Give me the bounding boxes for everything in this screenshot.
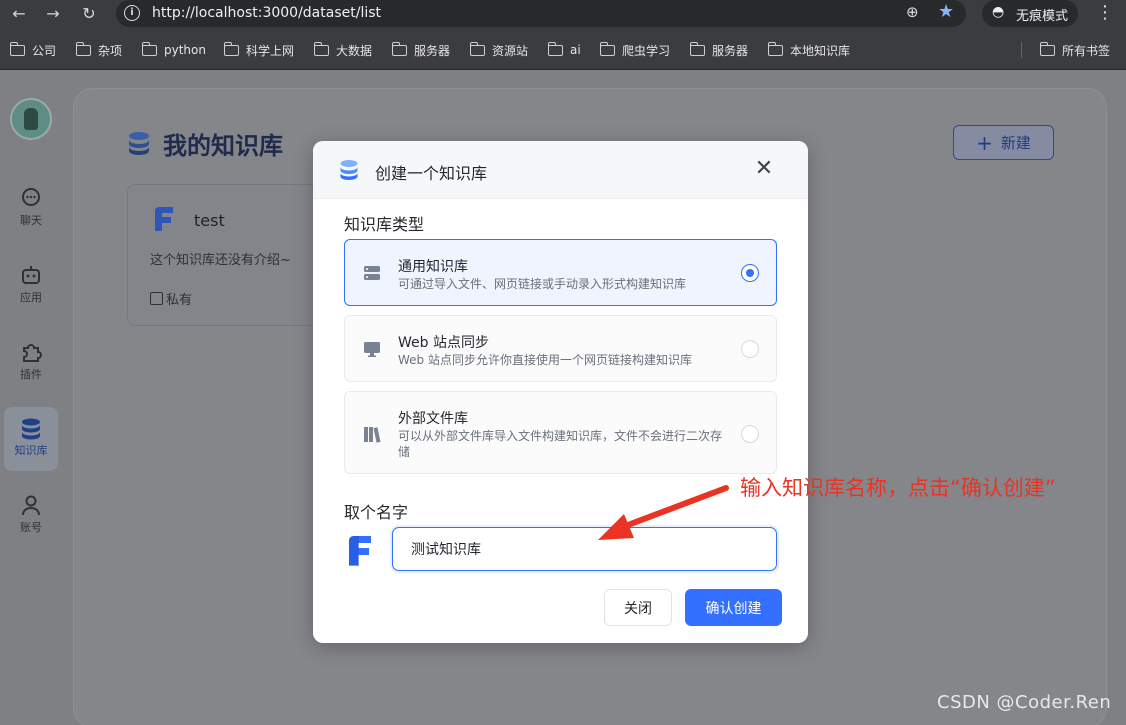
close-button[interactable]: 关闭 <box>604 589 672 626</box>
create-dataset-modal: 创建一个知识库 ✕ 知识库类型 通用知识库 可通过导入文件、网页链接或手动录入形… <box>313 141 808 643</box>
bookmark-folder[interactable]: 爬虫学习 <box>599 41 670 59</box>
close-icon[interactable]: ✕ <box>753 158 775 180</box>
monitor-icon <box>363 340 381 358</box>
user-icon <box>20 494 42 516</box>
bookmark-folder[interactable]: 杂项 <box>75 41 122 59</box>
option-description: 可以从外部文件库导入文件构建知识库，文件不会进行二次存储 <box>398 429 723 459</box>
folder-icon <box>469 41 485 56</box>
all-bookmarks[interactable]: 所有书签 <box>1039 41 1110 59</box>
avatar[interactable] <box>10 98 52 140</box>
folder-icon <box>599 41 615 56</box>
dataset-logo-icon <box>152 205 178 235</box>
database-icon <box>127 131 151 157</box>
bookmark-star-icon[interactable]: ★ <box>938 1 954 22</box>
new-button-label: 新建 <box>1000 134 1031 152</box>
sidebar-item-datasets[interactable]: 知识库 <box>4 407 58 471</box>
dataset-visibility: 私有 <box>150 289 192 308</box>
sidebar-item-apps[interactable]: 应用 <box>4 254 58 318</box>
type-label: 知识库类型 <box>344 215 425 234</box>
option-radio[interactable] <box>741 264 759 282</box>
sidebar-item-label: 应用 <box>20 291 42 304</box>
server-icon <box>363 264 381 282</box>
modal-header: 创建一个知识库 ✕ <box>313 141 808 199</box>
option-description: 可通过导入文件、网页链接或手动录入形式构建知识库 <box>398 277 687 291</box>
folder-icon <box>223 41 239 56</box>
dataset-card[interactable]: test 这个知识库还没有介绍~ 私有 <box>127 184 327 326</box>
folder-icon <box>547 41 563 56</box>
annotation-arrow <box>598 485 729 540</box>
page-title-text: 我的知识库 <box>163 132 283 160</box>
folder-icon <box>689 41 705 56</box>
confirm-create-button[interactable]: 确认创建 <box>685 589 782 626</box>
bookmark-folder[interactable]: 服务器 <box>391 41 450 59</box>
dataset-avatar-icon[interactable] <box>346 533 376 567</box>
folder-icon <box>1039 41 1055 56</box>
option-general-dataset[interactable]: 通用知识库 可通过导入文件、网页链接或手动录入形式构建知识库 <box>344 239 777 306</box>
folder-icon <box>391 41 407 56</box>
sidebar-item-label: 聊天 <box>20 214 42 227</box>
option-radio[interactable] <box>741 425 759 443</box>
option-radio[interactable] <box>741 340 759 358</box>
bookmark-folder[interactable]: 科学上网 <box>223 41 294 59</box>
bookmark-folder[interactable]: python <box>141 41 206 59</box>
dataset-name: test <box>194 211 225 230</box>
url-text: http://localhost:3000/dataset/list <box>152 5 382 21</box>
robot-icon <box>20 264 42 286</box>
browser-menu-icon[interactable]: ⋮ <box>1096 2 1114 23</box>
option-web-sync[interactable]: Web 站点同步 Web 站点同步允许你直接使用一个网页链接构建知识库 <box>344 315 777 382</box>
bookmark-folder[interactable]: 公司 <box>9 41 56 59</box>
bookmark-folder[interactable]: ai <box>547 41 581 59</box>
name-label: 取个名字 <box>344 503 409 522</box>
bookmark-folder[interactable]: 服务器 <box>689 41 748 59</box>
database-icon <box>20 417 42 440</box>
incognito-badge[interactable]: ◓ 无痕模式 <box>982 0 1078 27</box>
books-icon <box>363 425 381 443</box>
plus-icon: + <box>976 130 993 155</box>
sidebar-item-account[interactable]: 账号 <box>4 484 58 548</box>
watermark: CSDN @Coder.Ren <box>937 692 1112 713</box>
option-title: 通用知识库 <box>398 259 468 275</box>
reload-icon[interactable]: ↻ <box>78 3 100 25</box>
incognito-icon: ◓ <box>992 4 1005 20</box>
zoom-icon[interactable]: ⊕ <box>906 3 919 21</box>
forward-arrow-icon[interactable]: → <box>42 3 64 25</box>
option-title: Web 站点同步 <box>398 335 489 351</box>
bookmark-folder[interactable]: 资源站 <box>469 41 528 59</box>
modal-title: 创建一个知识库 <box>375 164 488 183</box>
folder-icon <box>9 41 25 56</box>
bookmarks-bar: 公司 杂项 python 科学上网 大数据 服务器 资源站 ai 爬虫学习 服务… <box>0 30 1126 70</box>
page-title: 我的知识库 <box>127 126 283 161</box>
folder-icon <box>767 41 783 56</box>
annotation-text: 输入知识库名称，点击“确认创建” <box>740 476 1056 500</box>
site-info-icon[interactable]: i <box>124 5 140 21</box>
bookmarks-divider <box>1021 42 1022 58</box>
option-description: Web 站点同步允许你直接使用一个网页链接构建知识库 <box>398 353 692 367</box>
address-bar[interactable]: i http://localhost:3000/dataset/list <box>116 0 966 27</box>
database-icon <box>339 159 359 181</box>
sidebar-item-label: 插件 <box>20 368 42 381</box>
folder-icon <box>141 41 157 56</box>
new-dataset-button[interactable]: + 新建 <box>953 125 1054 160</box>
sidebar-item-label: 知识库 <box>14 444 48 457</box>
lock-icon <box>150 292 163 305</box>
incognito-label: 无痕模式 <box>1016 9 1069 24</box>
folder-icon <box>313 41 329 56</box>
sidebar-item-chat[interactable]: 聊天 <box>4 177 58 241</box>
option-external-files[interactable]: 外部文件库 可以从外部文件库导入文件构建知识库，文件不会进行二次存储 <box>344 391 777 474</box>
sidebar-item-label: 账号 <box>20 521 42 534</box>
folder-icon <box>75 41 91 56</box>
back-arrow-icon[interactable]: ← <box>8 3 30 25</box>
browser-toolbar: ← → ↻ i http://localhost:3000/dataset/li… <box>0 0 1126 30</box>
chat-bubble-icon <box>20 187 42 209</box>
bookmark-folder[interactable]: 大数据 <box>313 41 372 59</box>
sidebar-item-plugins[interactable]: 插件 <box>4 331 58 395</box>
option-title: 外部文件库 <box>398 411 468 427</box>
puzzle-icon <box>20 341 42 363</box>
dataset-description: 这个知识库还没有介绍~ <box>150 253 291 268</box>
bookmark-folder[interactable]: 本地知识库 <box>767 41 850 59</box>
